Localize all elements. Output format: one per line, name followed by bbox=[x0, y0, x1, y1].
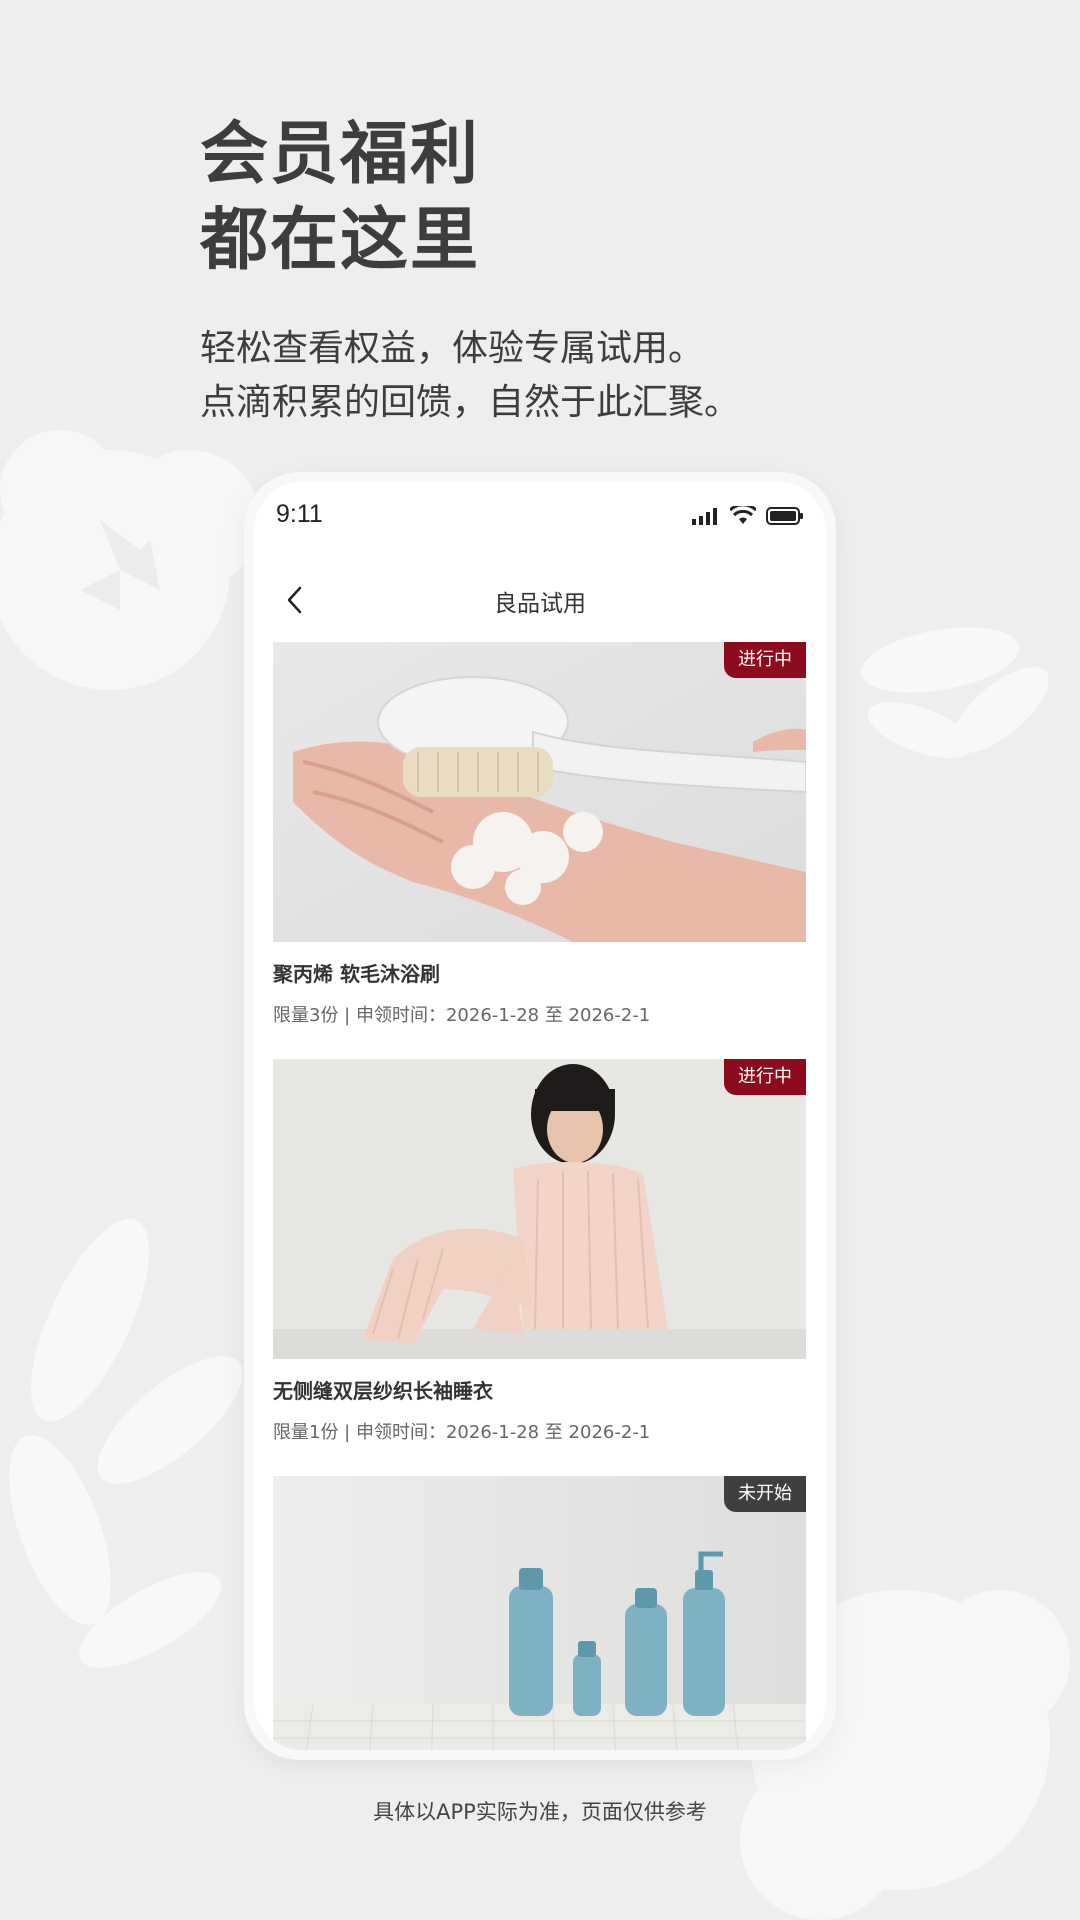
signal-icon bbox=[692, 507, 720, 529]
nav-bar: 良品试用 bbox=[254, 572, 826, 632]
status-icons bbox=[692, 503, 804, 530]
trial-meta: 限量3份 | 申领时间：2026-1-28 至 2026-2-1 bbox=[273, 1005, 651, 1026]
background-leaf-decoration-right bbox=[850, 600, 1080, 800]
promo-subtitle: 轻松查看权益，体验专属试用。 点滴积累的回馈，自然于此汇聚。 bbox=[200, 322, 960, 430]
status-badge: 进行中 bbox=[724, 642, 806, 678]
page-title: 良品试用 bbox=[494, 591, 586, 617]
promo-headline-line2: 都在这里 bbox=[200, 201, 481, 280]
status-badge: 进行中 bbox=[724, 1059, 806, 1095]
status-badge: 未开始 bbox=[724, 1476, 806, 1512]
background-flower-decoration-left bbox=[0, 400, 260, 740]
promo-headline: 会员福利 都在这里 bbox=[200, 112, 900, 284]
battery-icon bbox=[766, 506, 804, 530]
bath-brush-photo: 进行中 bbox=[273, 642, 806, 942]
wifi-icon bbox=[728, 503, 758, 530]
status-bar: 9:11 bbox=[254, 482, 826, 552]
promo-subtitle-line2: 点滴积累的回馈，自然于此汇聚。 bbox=[200, 382, 741, 423]
trial-meta: 限量1份 | 申领时间：2026-1-28 至 2026-2-1 bbox=[273, 1422, 651, 1443]
trial-card[interactable]: 进行中 聚丙烯 软毛沐浴刷 限量3份 | 申领时间：2026-1-28 至 20… bbox=[273, 642, 806, 1027]
phone-frame: 9:11 良品试用 进行中 聚丙烯 软毛沐浴刷 限量3份 | 申领时间：2026… bbox=[244, 472, 836, 1760]
promo-subtitle-line1: 轻松查看权益，体验专属试用。 bbox=[200, 328, 705, 369]
pajamas-photo: 进行中 bbox=[273, 1059, 806, 1359]
trial-card[interactable]: 进行中 无侧缝双层纱织长袖睡衣 限量1份 | 申领时间：2026-1-28 至 … bbox=[273, 1059, 806, 1444]
background-branch-decoration-left bbox=[0, 1200, 260, 1700]
disclaimer-note: 具体以APP实际为准，页面仅供参考 bbox=[373, 1800, 707, 1824]
skincare-bottles-photo: 未开始 bbox=[273, 1476, 806, 1750]
phone-screen: 9:11 良品试用 进行中 聚丙烯 软毛沐浴刷 限量3份 | 申领时间：2026… bbox=[254, 482, 826, 1750]
trial-title: 聚丙烯 软毛沐浴刷 bbox=[273, 962, 440, 986]
trial-card[interactable]: 未开始 bbox=[273, 1476, 806, 1750]
trial-title: 无侧缝双层纱织长袖睡衣 bbox=[273, 1379, 493, 1403]
promo-headline-line1: 会员福利 bbox=[200, 115, 481, 194]
status-time: 9:11 bbox=[276, 500, 323, 528]
